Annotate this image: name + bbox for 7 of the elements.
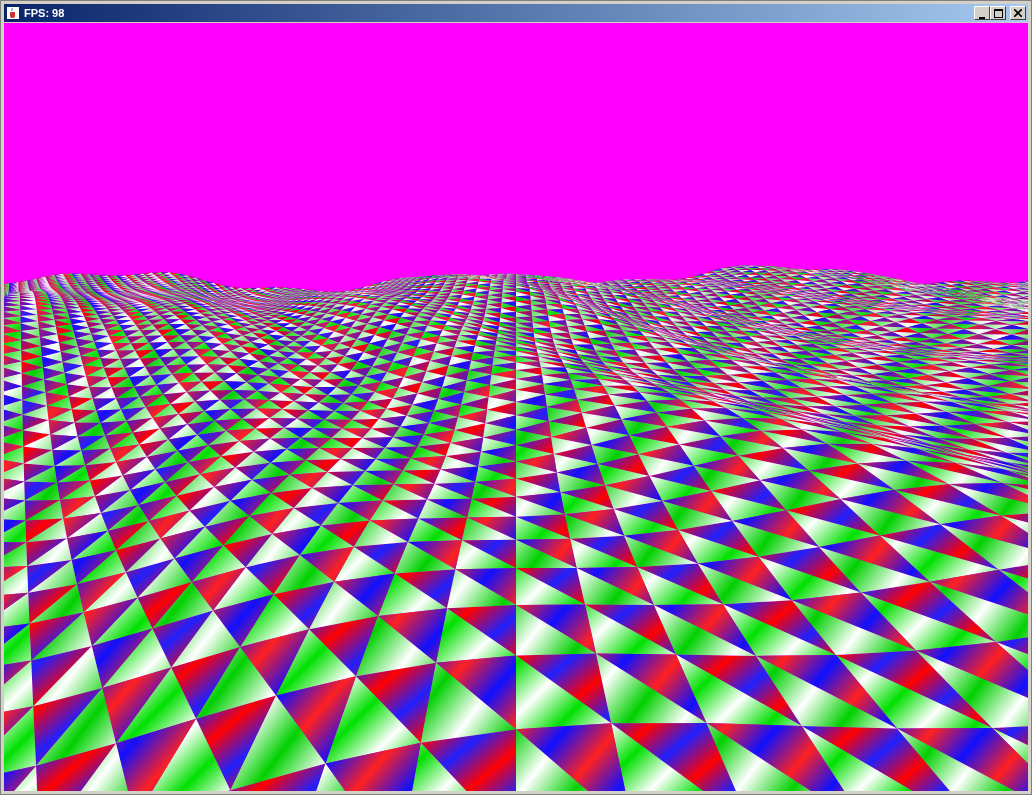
maximize-icon [993, 8, 1003, 18]
minimize-button[interactable] [974, 6, 990, 20]
maximize-button[interactable] [990, 6, 1006, 20]
close-icon [1014, 9, 1022, 17]
window-title: FPS: 98 [24, 5, 65, 21]
cup-icon [6, 6, 20, 20]
close-button[interactable] [1010, 6, 1026, 20]
